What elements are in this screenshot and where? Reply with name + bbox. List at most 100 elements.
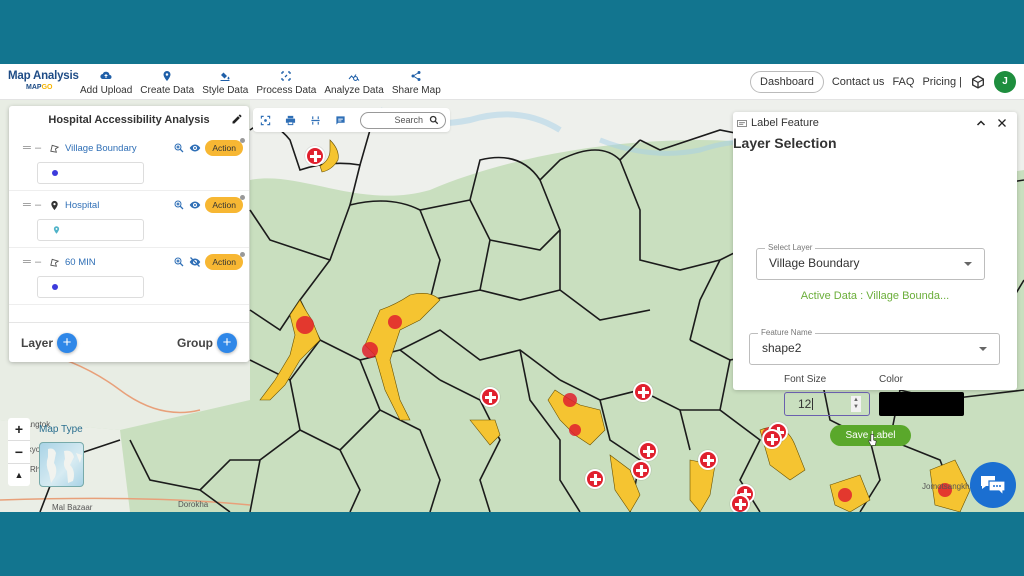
layer-action-button[interactable]: Action <box>205 252 245 270</box>
eye-icon[interactable] <box>189 142 201 154</box>
hospital-marker[interactable] <box>631 460 651 480</box>
swatch-dot <box>52 284 58 290</box>
nav-process-data[interactable]: Process Data <box>256 70 316 96</box>
map-type-thumbnail[interactable] <box>39 442 84 487</box>
zoom-out-button[interactable]: − <box>8 441 30 464</box>
layer-label: Layer <box>21 335 54 350</box>
comment-icon[interactable] <box>335 115 346 126</box>
select-layer-dropdown[interactable]: Select Layer Village Boundary <box>756 243 985 280</box>
map-type-label: Map Type <box>39 424 83 435</box>
pencil-icon[interactable] <box>231 113 243 125</box>
add-layer-button[interactable]: + <box>57 332 78 353</box>
font-size-stepper[interactable]: ▲ ▼ <box>851 396 861 412</box>
cube-icon[interactable] <box>970 74 986 90</box>
polygon-icon <box>50 144 60 153</box>
nav-menu: Add Upload Create Data Style Data Proces… <box>80 64 449 100</box>
add-group-button[interactable]: + <box>217 332 237 353</box>
layer-style-swatch[interactable] <box>37 162 144 184</box>
mapog-logo: MAPGO <box>26 84 53 91</box>
compass-reset-button[interactable]: ▲ <box>8 464 30 486</box>
map-toolbar: Search <box>253 108 450 132</box>
color-label: Color <box>879 374 903 385</box>
hospital-marker[interactable] <box>638 441 658 461</box>
faq-link[interactable]: FAQ <box>892 76 914 88</box>
hospital-marker[interactable] <box>698 450 718 470</box>
drag-handle-icon[interactable]: ═ <box>23 256 35 268</box>
layer-panel-footer: Layer + Group + <box>9 322 249 362</box>
hospital-marker[interactable] <box>480 387 500 407</box>
layer-item: ═ – Village Boundary Action <box>9 134 249 191</box>
paint-bucket-icon <box>220 71 230 81</box>
zoom-to-layer-icon[interactable] <box>173 199 185 211</box>
drag-handle-icon[interactable]: ═ <box>23 142 35 154</box>
layer-name[interactable]: 60 MIN <box>65 257 173 268</box>
map-pin-icon <box>163 70 171 81</box>
point-marker-icon <box>51 200 58 210</box>
polygon-icon <box>50 258 60 267</box>
nav-create-data[interactable]: Create Data <box>140 70 194 96</box>
user-avatar[interactable]: J <box>994 70 1016 93</box>
medical-cross-icon <box>589 473 601 485</box>
label-color-picker[interactable] <box>879 392 964 416</box>
contact-us-link[interactable]: Contact us <box>832 76 885 88</box>
medical-cross-icon <box>766 433 778 445</box>
feature-name-dropdown[interactable]: Feature Name shape2 <box>749 328 1000 365</box>
label-feature-header: Label Feature <box>733 112 1017 134</box>
close-icon[interactable] <box>996 117 1008 129</box>
analyze-icon <box>348 73 360 81</box>
pricing-link[interactable]: Pricing | <box>922 76 962 88</box>
map-search-input[interactable]: Search <box>360 111 446 129</box>
hospital-marker[interactable] <box>305 146 325 166</box>
layer-name[interactable]: Village Boundary <box>65 143 173 154</box>
live-chat-button[interactable] <box>970 462 1016 508</box>
font-size-label: Font Size <box>784 374 827 385</box>
map-analysis-app: Gangtok Pakyong Rhenock Mal Bazaar Dorok… <box>0 64 1024 512</box>
collapse-icon[interactable]: – <box>35 256 49 268</box>
hospital-marker[interactable] <box>730 494 750 512</box>
layer-item: ═ – Hospital Action <box>9 191 249 248</box>
drag-handle-icon[interactable]: ═ <box>23 199 35 211</box>
layer-action-button[interactable]: Action <box>205 138 245 156</box>
collapse-icon[interactable]: – <box>35 142 49 154</box>
share-icon <box>411 70 421 81</box>
eye-off-icon[interactable] <box>189 256 201 268</box>
zoom-to-layer-icon[interactable] <box>173 256 185 268</box>
font-size-input[interactable]: 12 ▲ ▼ <box>784 392 870 416</box>
map-pin-icon <box>53 226 60 234</box>
brand-logo[interactable]: Map Analysis MAPGO <box>0 70 80 93</box>
group-label: Group <box>177 335 213 350</box>
feature-name-value: shape2 <box>762 341 802 355</box>
label-feature-panel: Label Feature Layer Selection Select Lay… <box>733 112 1017 446</box>
medical-cross-icon <box>484 391 496 403</box>
hospital-marker[interactable] <box>633 382 653 402</box>
top-right-menu: Dashboard Contact us FAQ Pricing | J <box>750 70 1024 93</box>
chat-bubbles-icon <box>981 476 1006 496</box>
zoom-to-layer-icon[interactable] <box>173 142 185 154</box>
eye-icon[interactable] <box>189 199 201 211</box>
nav-add-upload[interactable]: Add Upload <box>80 70 132 96</box>
place-label: Dorokha <box>178 500 209 509</box>
search-icon <box>429 115 439 125</box>
nav-analyze-data[interactable]: Analyze Data <box>324 70 384 96</box>
dashboard-button[interactable]: Dashboard <box>750 70 824 93</box>
collapse-icon[interactable]: – <box>35 199 49 211</box>
dropdown-caret-icon <box>964 262 972 266</box>
nav-share-map[interactable]: Share Map <box>392 70 441 96</box>
fullscreen-focus-icon[interactable] <box>260 115 271 126</box>
hospital-marker[interactable] <box>762 429 782 449</box>
nav-style-data[interactable]: Style Data <box>202 70 248 96</box>
layer-action-button[interactable]: Action <box>205 195 245 213</box>
place-label: Jomotsangkha <box>922 482 975 491</box>
print-icon[interactable] <box>285 115 296 126</box>
layer-name[interactable]: Hospital <box>65 200 173 211</box>
layer-style-swatch[interactable] <box>37 219 144 241</box>
collapse-chevron-up-icon[interactable] <box>975 117 987 129</box>
layer-style-swatch[interactable] <box>37 276 144 298</box>
place-label: Mal Bazaar <box>52 503 93 512</box>
hospital-marker[interactable] <box>585 469 605 489</box>
top-navigation: Map Analysis MAPGO Add Upload Create Dat… <box>0 64 1024 100</box>
measure-icon[interactable] <box>310 115 321 126</box>
medical-cross-icon <box>309 150 321 162</box>
zoom-in-button[interactable]: + <box>8 418 30 441</box>
medical-cross-icon <box>702 454 714 466</box>
